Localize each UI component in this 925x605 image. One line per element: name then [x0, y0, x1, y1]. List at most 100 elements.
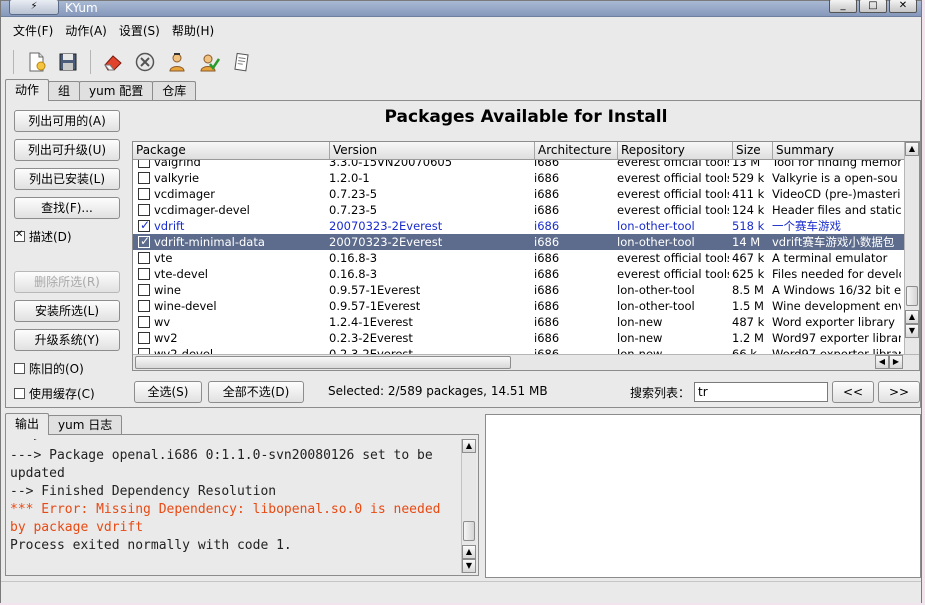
cell: Wine development env: [772, 299, 901, 313]
install-selected-button[interactable]: 安装所选(L): [14, 300, 120, 322]
scroll-up-icon[interactable]: ▲: [905, 310, 919, 324]
tab-groups[interactable]: 组: [48, 81, 81, 101]
cell: Tool for finding memory: [772, 160, 901, 169]
app-menu-icon[interactable]: ⚡: [9, 0, 59, 15]
list-available-button[interactable]: 列出可用的(A): [14, 110, 120, 132]
list-updates-button[interactable]: 列出可升级(U): [14, 139, 120, 161]
table-row[interactable]: valgrind 3.3.0-15VN20070605 i686 everest of…: [133, 160, 905, 170]
table-row[interactable]: valkyrie 1.2.0-1 i686 everest official tool…: [133, 170, 905, 186]
checkbox[interactable]: [138, 160, 150, 168]
list-installed-button[interactable]: 列出已安装(L): [14, 168, 120, 190]
column-package[interactable]: Package: [133, 142, 330, 159]
checkbox-col: [133, 316, 151, 328]
tab-actions[interactable]: 动作: [5, 79, 50, 101]
table-row[interactable]: vte-devel 0.16.8-3 i686 everest official to…: [133, 266, 905, 282]
next-match-button[interactable]: >>: [878, 381, 920, 403]
toolbar: [1, 45, 921, 79]
checkbox[interactable]: [138, 218, 150, 232]
user-icon[interactable]: [163, 48, 191, 76]
cell: 625 k: [732, 267, 765, 281]
tab-yum-log[interactable]: yum 日志: [48, 415, 123, 435]
previous-match-button[interactable]: <<: [832, 381, 874, 403]
package-rows: valgrind 3.3.0-15VN20070605 i686 everest of…: [133, 160, 905, 356]
checkbox[interactable]: [14, 363, 25, 374]
table-row[interactable]: vdrift-minimal-data 20070323-2Everest i686…: [133, 234, 905, 250]
cell: 0.16.8-3: [329, 251, 378, 265]
menu-help[interactable]: 帮助(H): [166, 19, 220, 43]
close-button[interactable]: ✕: [889, 0, 917, 13]
checkbox[interactable]: [14, 388, 25, 399]
remove-selected-button[interactable]: 删除所选(R): [14, 271, 120, 293]
table-row[interactable]: vcdimager 0.7.23-5 i686 everest official to…: [133, 186, 905, 202]
cell: i686: [534, 331, 560, 345]
description-toggle[interactable]: 描述(D): [14, 228, 72, 245]
checkbox[interactable]: [138, 252, 150, 264]
table-row[interactable]: vcdimager-devel 0.7.23-5 i686 everest offic…: [133, 202, 905, 218]
cell: Valkyrie is a open-sou: [772, 171, 898, 185]
table-row[interactable]: vte 0.16.8-3 i686 everest official tools 467…: [133, 250, 905, 266]
output-scrollbar[interactable]: ▲ ▲ ▼: [461, 439, 476, 573]
menu-settings[interactable]: 设置(S): [113, 19, 166, 43]
table-row[interactable]: wine 0.9.57-1Everest i686 lon-other-tool 8.5…: [133, 282, 905, 298]
search-input[interactable]: tr: [694, 382, 828, 402]
checkbox[interactable]: [138, 316, 150, 328]
notes-icon[interactable]: [227, 48, 255, 76]
checkbox[interactable]: [138, 204, 150, 216]
checkbox[interactable]: [138, 172, 150, 184]
column-architecture[interactable]: Architecture: [535, 142, 618, 159]
use-cache-toggle[interactable]: 使用缓存(C): [14, 385, 95, 402]
menu-action[interactable]: 动作(A): [59, 19, 113, 43]
table-row[interactable]: wv2 0.2.3-2Everest i686 lon-new 1.2 M Word97 …: [133, 330, 905, 346]
scroll-up-icon[interactable]: ▲: [462, 439, 476, 453]
deselect-all-button[interactable]: 全部不选(D): [208, 381, 304, 403]
table-row[interactable]: wv 1.2.4-1Everest i686 lon-new 487 k Word exp…: [133, 314, 905, 330]
scroll-down-icon[interactable]: ▼: [462, 559, 476, 573]
title-bar[interactable]: ⚡ KYum _ □ ✕: [1, 0, 921, 17]
scroll-left-icon[interactable]: ◀: [875, 355, 889, 369]
column-version[interactable]: Version: [330, 142, 535, 159]
scroll-right-icon[interactable]: ▶: [889, 355, 903, 369]
checkbox[interactable]: [138, 188, 150, 200]
output-line: Process exited normally with code 1.: [10, 538, 292, 553]
package-table: Package Version Architecture Repository …: [132, 141, 920, 371]
scroll-thumb[interactable]: [906, 286, 918, 306]
scroll-up-icon[interactable]: ▲: [462, 545, 476, 559]
search-button[interactable]: 查找(F)...: [14, 197, 120, 219]
table-horizontal-scrollbar[interactable]: ◀ ▶: [133, 354, 919, 370]
menu-file[interactable]: 文件(F): [7, 19, 59, 43]
stop-icon[interactable]: [131, 48, 159, 76]
new-document-icon[interactable]: [22, 48, 50, 76]
scroll-up-icon[interactable]: ▲: [905, 142, 919, 156]
check-user-icon[interactable]: [195, 48, 223, 76]
table-row[interactable]: vdrift 20070323-2Everest i686 lon-other-too…: [133, 218, 905, 234]
scroll-thumb[interactable]: [463, 521, 475, 541]
checkbox[interactable]: [138, 268, 150, 280]
select-all-button[interactable]: 全选(S): [134, 381, 202, 403]
tab-yum-config[interactable]: yum 配置: [79, 81, 154, 101]
checkbox[interactable]: [138, 300, 150, 312]
column-size[interactable]: Size: [733, 142, 773, 159]
search-list-label: 搜索列表：: [630, 386, 691, 400]
maximize-button[interactable]: □: [859, 0, 887, 13]
tab-output[interactable]: 输出: [5, 413, 50, 435]
checkbox[interactable]: [138, 234, 150, 248]
checkbox-col: [133, 172, 151, 184]
column-repository[interactable]: Repository: [618, 142, 733, 159]
checkbox[interactable]: [14, 229, 25, 242]
cell: 529 k: [732, 171, 765, 185]
table-row[interactable]: wine-devel 0.9.57-1Everest i686 lon-other-t…: [133, 298, 905, 314]
scroll-thumb[interactable]: [135, 356, 511, 369]
eraser-icon[interactable]: [99, 48, 127, 76]
cell: lon-other-tool: [617, 299, 695, 313]
obsolete-toggle[interactable]: 陈旧的(O): [14, 360, 84, 377]
save-icon[interactable]: [54, 48, 82, 76]
checkbox[interactable]: [138, 284, 150, 296]
minimize-button[interactable]: _: [829, 0, 857, 13]
tab-repos[interactable]: 仓库: [152, 81, 197, 101]
checkbox[interactable]: [138, 332, 150, 344]
table-header: Package Version Architecture Repository …: [133, 142, 905, 160]
scroll-down-icon[interactable]: ▼: [905, 324, 919, 338]
upgrade-system-button[interactable]: 升级系统(Y): [14, 329, 120, 351]
column-summary[interactable]: Summary: [773, 142, 905, 159]
table-vertical-scrollbar[interactable]: ▲ ▲ ▼: [904, 142, 919, 356]
